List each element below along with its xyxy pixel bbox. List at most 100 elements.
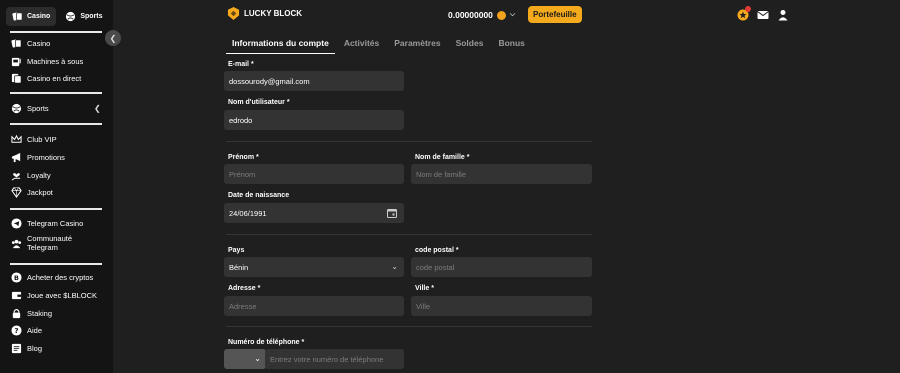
sidebar-divider [10, 263, 102, 265]
sidebar-item-promotions[interactable]: Promotions [11, 152, 65, 163]
account-tabs: Informations du compte Activités Paramèt… [226, 38, 534, 54]
first-name-field[interactable]: Prénom [224, 164, 404, 184]
mail-icon[interactable] [757, 9, 769, 21]
tab-account-info[interactable]: Informations du compte [226, 38, 335, 54]
calendar-icon[interactable] [387, 208, 397, 218]
sidebar-item-buy-crypto[interactable]: B Acheter des cryptos [11, 272, 93, 283]
tab-activities[interactable]: Activités [338, 38, 385, 54]
casino-sports-toggle: Casino Sports [6, 7, 109, 26]
sidebar-item-label: Acheter des cryptos [27, 273, 94, 282]
postal-code-label: code postal * [415, 247, 459, 254]
sidebar-item-slots[interactable]: Machines à sous [11, 56, 83, 67]
phone-label: Numéro de téléphone * [228, 339, 305, 346]
sidebar-item-label: Blog [27, 344, 43, 353]
hand-heart-icon [11, 170, 22, 181]
birthdate-label: Date de naissance [228, 192, 290, 199]
sidebar-item-label: Promotions [27, 153, 65, 162]
sidebar-divider [10, 208, 102, 210]
chevron-left-icon: ❮ [109, 33, 117, 43]
sidebar-item-sports[interactable]: Sports [11, 103, 49, 114]
sidebar-item-label: Joue avec $LBLOCK [27, 291, 98, 300]
wallet-icon [11, 290, 22, 301]
community-icon [11, 238, 22, 249]
form-divider [226, 326, 592, 327]
bitcoin-icon: B [11, 272, 22, 283]
city-field[interactable]: Ville [411, 296, 592, 316]
sidebar-collapse-button[interactable]: ❮ [105, 30, 121, 46]
postal-code-field[interactable]: code postal [411, 257, 592, 277]
svg-text:?: ? [14, 326, 18, 335]
live-cards-icon [11, 73, 22, 84]
form-divider [226, 141, 592, 142]
chevron-down-icon: ⌄ [254, 354, 261, 363]
sidebar-item-label: Sports [27, 104, 49, 113]
balance-display[interactable]: 0.00000000 ⌵ [448, 7, 515, 23]
sidebar-item-label: Communauté Telegram [27, 234, 73, 252]
country-value: Bénin [229, 262, 249, 272]
cards-icon [11, 38, 22, 49]
sports-toggle-button[interactable]: Sports [59, 7, 108, 26]
country-select[interactable]: Bénin ⌄ [224, 257, 404, 277]
tab-balances[interactable]: Soldes [450, 38, 490, 54]
notification-dot [745, 6, 751, 12]
email-label: E-mail * [228, 61, 254, 68]
city-label: Ville * [415, 285, 434, 292]
phone-field[interactable]: Entrez votre numéro de téléphone [265, 349, 404, 369]
sidebar-item-live-casino[interactable]: Casino en direct [11, 73, 81, 84]
megaphone-icon [11, 152, 22, 163]
username-label: Nom d'utilisateur * [228, 99, 290, 106]
lock-icon [11, 308, 22, 319]
sidebar-item-casino[interactable]: Casino [11, 38, 50, 49]
sidebar-item-label: Club VIP [27, 135, 57, 144]
sidebar-item-label: Telegram Casino [27, 219, 84, 228]
sidebar-item-staking[interactable]: Staking [11, 308, 52, 319]
diamond-icon [11, 187, 22, 198]
username-field[interactable]: edrodo [224, 110, 404, 130]
sidebar-item-label: Staking [27, 309, 53, 318]
sidebar-item-label: Loyalty [27, 171, 51, 180]
crown-icon [11, 134, 22, 145]
sidebar-item-label: Machines à sous [27, 57, 84, 66]
sidebar-item-jackpot[interactable]: Jackpot [11, 187, 53, 198]
sidebar-item-label: Casino [27, 39, 51, 48]
sidebar-divider [10, 123, 102, 125]
help-icon: ? [11, 325, 22, 336]
sidebar-item-telegram-community[interactable]: Communauté Telegram [11, 234, 72, 252]
lucky-block-logo[interactable]: LUCKY BLOCK [227, 7, 302, 20]
last-name-field[interactable]: Nom de famille [411, 164, 592, 184]
balance-amount: 0.00000000 [448, 10, 493, 20]
sidebar-item-play-lblock[interactable]: Joue avec $LBLOCK [11, 290, 97, 301]
sidebar-item-label: Jackpot [27, 188, 53, 197]
wallet-button[interactable]: Portefeuille [528, 6, 582, 23]
address-field[interactable]: Adresse [224, 296, 404, 316]
tab-settings[interactable]: Paramètres [388, 38, 446, 54]
country-label: Pays [228, 247, 245, 254]
sidebar-item-telegram-casino[interactable]: Telegram Casino [11, 218, 83, 229]
tab-bonus[interactable]: Bonus [492, 38, 530, 54]
sports-toggle-label: Sports [80, 13, 103, 20]
birthdate-field[interactable]: 24/06/1991 [224, 203, 404, 223]
casino-toggle-label: Casino [27, 13, 51, 20]
casino-toggle-button[interactable]: Casino [6, 7, 57, 26]
country-code-select[interactable]: ⌄ [224, 349, 266, 369]
sidebar: Casino Sports Casino Machines à sous Cas… [0, 0, 113, 373]
chevron-down-icon: ⌄ [391, 262, 398, 271]
chevron-left-icon[interactable]: ❮ [94, 104, 101, 113]
last-name-label: Nom de famille * [415, 154, 470, 161]
sidebar-item-vip-club[interactable]: Club VIP [11, 134, 57, 145]
blog-icon [11, 343, 22, 354]
sidebar-divider [10, 92, 102, 94]
user-icon[interactable] [777, 9, 789, 21]
address-label: Adresse * [228, 285, 261, 292]
sidebar-item-help[interactable]: ? Aide [11, 325, 42, 336]
logo-shield-icon [227, 7, 240, 20]
birthdate-value: 24/06/1991 [229, 208, 267, 218]
ball-icon [11, 103, 22, 114]
email-field[interactable]: dossourody@gmail.com [224, 71, 404, 91]
first-name-label: Prénom * [228, 154, 259, 161]
sidebar-item-blog[interactable]: Blog [11, 343, 42, 354]
ball-icon [66, 11, 76, 22]
chevron-down-icon[interactable]: ⌵ [510, 11, 515, 19]
logo-text: LUCKY BLOCK [244, 9, 303, 18]
sidebar-item-loyalty[interactable]: Loyalty [11, 170, 51, 181]
